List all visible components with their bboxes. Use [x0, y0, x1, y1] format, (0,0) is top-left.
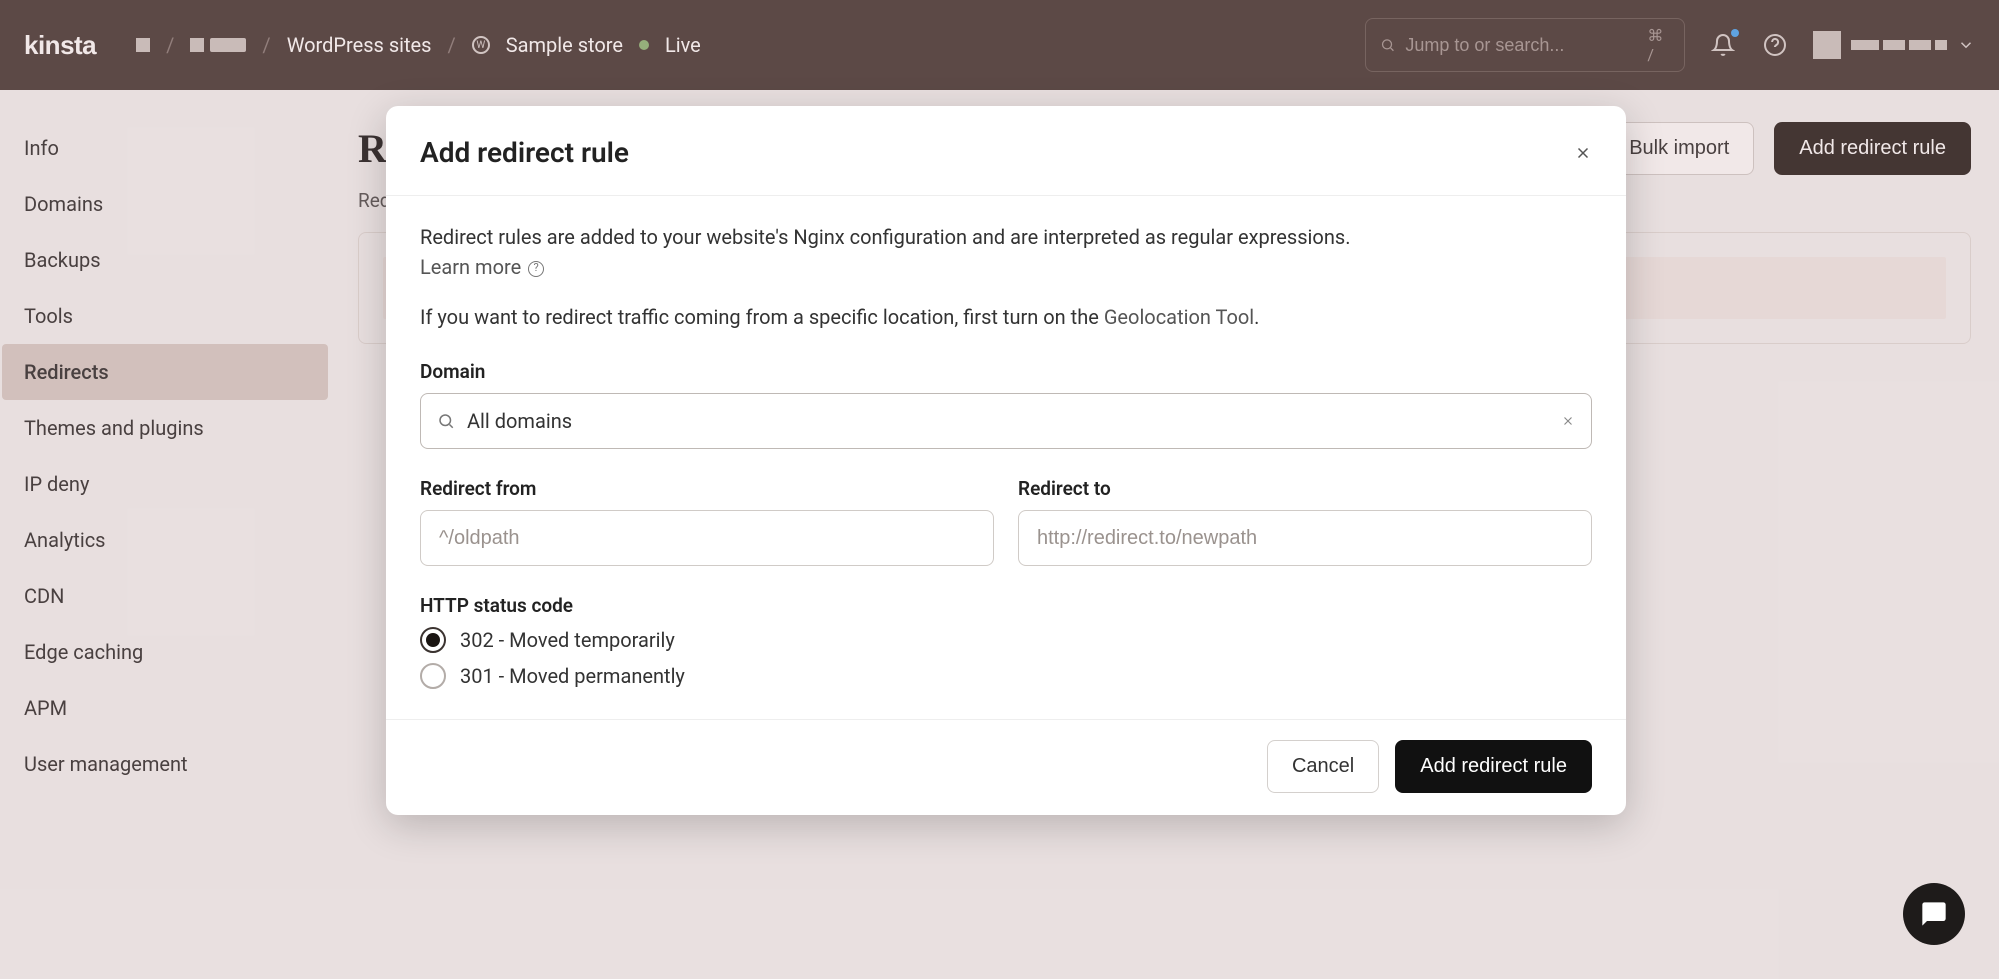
radio-301[interactable]: 301 - Moved permanently [420, 663, 1592, 689]
redirect-from-input[interactable] [420, 510, 994, 566]
geolocation-tool-link[interactable]: Geolocation Tool [1104, 305, 1254, 329]
radio-302[interactable]: 302 - Moved temporarily [420, 627, 1592, 653]
cancel-button[interactable]: Cancel [1267, 740, 1379, 793]
redirect-to-label: Redirect to [1018, 477, 1592, 500]
modal-backdrop: Add redirect rule Redirect rules are add… [0, 0, 1999, 979]
http-status-label: HTTP status code [420, 594, 1592, 617]
modal-geo-text: If you want to redirect traffic coming f… [420, 302, 1592, 332]
radio-302-label: 302 - Moved temporarily [460, 628, 675, 652]
domain-label: Domain [420, 360, 1592, 383]
modal-intro: Redirect rules are added to your website… [420, 222, 1592, 282]
radio-icon [420, 663, 446, 689]
redirect-to-input[interactable] [1018, 510, 1592, 566]
modal-footer: Cancel Add redirect rule [386, 719, 1626, 815]
radio-301-label: 301 - Moved permanently [460, 664, 685, 688]
learn-more-link[interactable]: Learn more ? [420, 255, 544, 279]
geo-pre-text: If you want to redirect traffic coming f… [420, 305, 1104, 329]
radio-icon [420, 627, 446, 653]
modal-title: Add redirect rule [420, 136, 629, 169]
domain-select[interactable]: All domains [420, 393, 1592, 449]
submit-button[interactable]: Add redirect rule [1395, 740, 1592, 793]
modal-header: Add redirect rule [386, 106, 1626, 196]
domain-value: All domains [467, 409, 1549, 433]
external-help-icon: ? [528, 261, 544, 277]
search-icon [437, 412, 455, 430]
clear-icon[interactable] [1561, 414, 1575, 428]
chat-icon[interactable] [1903, 883, 1965, 945]
modal-intro-text: Redirect rules are added to your website… [420, 225, 1350, 249]
add-redirect-modal: Add redirect rule Redirect rules are add… [386, 106, 1626, 815]
close-icon[interactable] [1574, 144, 1592, 162]
modal-body: Redirect rules are added to your website… [386, 196, 1626, 719]
learn-more-label: Learn more [420, 255, 521, 279]
geo-post-text: . [1254, 305, 1259, 329]
redirect-from-label: Redirect from [420, 477, 994, 500]
